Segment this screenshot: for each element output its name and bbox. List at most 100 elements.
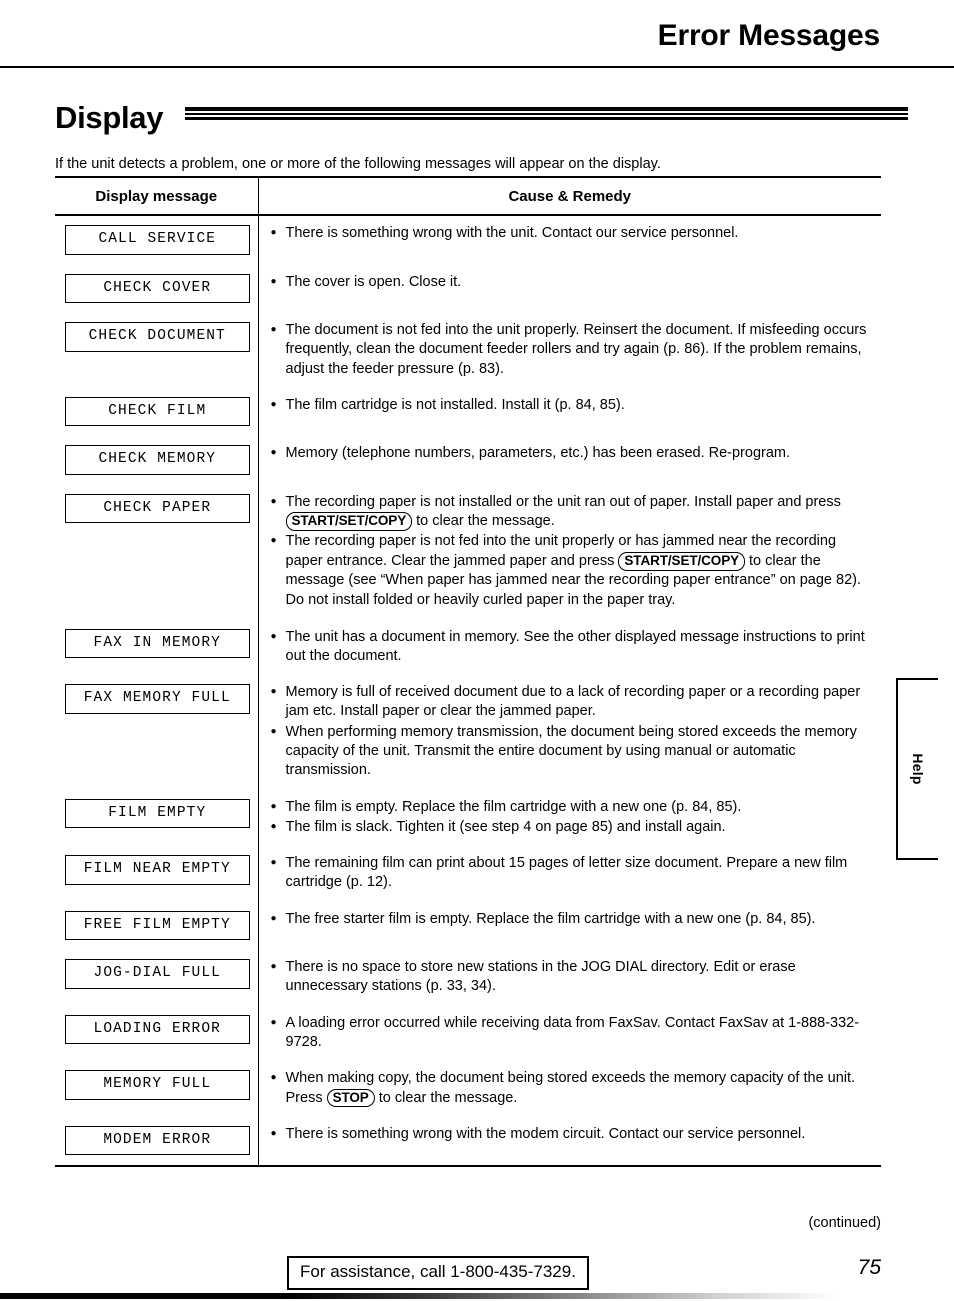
display-message-chip: CHECK MEMORY (65, 445, 250, 475)
cause-list: There is something wrong with the modem … (271, 1124, 872, 1144)
table-row: LOADING ERROR A loading error occurred wh… (55, 1005, 881, 1062)
cause-item: When performing memory transmission, the… (271, 722, 872, 781)
cause-item: Memory is full of received document due … (271, 682, 872, 722)
display-message-cell: CHECK FILM (55, 387, 259, 437)
table-row: MEMORY FULL When making copy, the documen… (55, 1061, 881, 1117)
cause-remedy-cell: Memory is full of received document due … (258, 675, 881, 789)
section-heading-rule (185, 107, 908, 122)
cause-list: The cover is open. Close it. (271, 271, 872, 292)
cause-remedy-cell: The film is empty. Replace the film cart… (258, 790, 881, 847)
cause-item: The film is slack. Tighten it (see step … (271, 817, 872, 837)
cause-remedy-cell: There is something wrong with the unit. … (258, 215, 881, 265)
cause-item: The unit has a document in memory. See t… (271, 627, 872, 667)
cause-remedy-cell: The remaining film can print about 15 pa… (258, 846, 881, 902)
table-row: CHECK MEMORY Memory (telephone numbers, p… (55, 436, 881, 485)
table-header-row: Display message Cause & Remedy (55, 176, 881, 216)
cause-list: A loading error occurred while receiving… (271, 1013, 872, 1053)
table-body: CALL SERVICE There is something wrong wit… (55, 215, 881, 1168)
cause-list: The film cartridge is not installed. Ins… (271, 395, 872, 415)
table-row: CHECK COVER The cover is open. Close it. (55, 264, 881, 314)
table-row: JOG-DIAL FULL There is no space to store … (55, 950, 881, 1006)
table-row: FAX IN MEMORY The unit has a document in … (55, 619, 881, 676)
table-row: CALL SERVICE There is something wrong wit… (55, 215, 881, 265)
cause-text: Memory is full of received document due … (285, 684, 861, 720)
display-message-cell: CHECK DOCUMENT (55, 313, 259, 388)
error-messages-table: Display message Cause & Remedy CALL SERV… (55, 176, 881, 1168)
column-header-cause-remedy: Cause & Remedy (258, 176, 881, 216)
display-message-cell: CHECK PAPER (55, 484, 259, 620)
display-message-cell: CHECK MEMORY (55, 436, 259, 485)
cause-text: The cover is open. Close it. (285, 273, 462, 290)
table-row: CHECK DOCUMENT The document is not fed in… (55, 313, 881, 388)
cause-list: Memory is full of received document due … (271, 682, 872, 781)
page-title: Error Messages (657, 19, 881, 52)
cause-item: There is no space to store new stations … (271, 957, 872, 997)
cause-list: There is something wrong with the unit. … (271, 223, 872, 243)
display-message-chip: LOADING ERROR (65, 1014, 250, 1045)
table-row: CHECK PAPER The recording paper is not in… (55, 484, 881, 620)
cause-remedy-cell: Memory (telephone numbers, parameters, e… (258, 436, 881, 485)
display-message-cell: CHECK COVER (55, 264, 259, 313)
cause-text: The film is empty. Replace the film cart… (285, 798, 742, 815)
cause-text: There is something wrong with the modem … (285, 1125, 806, 1142)
cause-item: Do not install folded or heavily curled … (271, 591, 872, 610)
cause-item: When making copy, the document being sto… (271, 1068, 872, 1108)
column-header-display-message: Display message (55, 176, 259, 216)
cause-text: The film is slack. Tighten it (see step … (285, 818, 726, 835)
cause-item: The recording paper is not fed into the … (271, 531, 872, 590)
display-message-cell: FREE FILM EMPTY (55, 901, 259, 951)
display-message-cell: MEMORY FULL (55, 1061, 259, 1117)
cause-text: Do not install folded or heavily curled … (285, 592, 676, 609)
cause-item: The film is empty. Replace the film cart… (271, 796, 872, 817)
cause-text: The unit has a document in memory. See t… (285, 628, 865, 664)
cause-item: A loading error occurred while receiving… (271, 1013, 872, 1053)
assistance-callout: For assistance, call 1-800-435-7329. (287, 1256, 589, 1290)
cause-text: to clear the message. (374, 1089, 518, 1106)
cause-remedy-cell: The document is not fed into the unit pr… (258, 313, 881, 388)
cause-remedy-cell: There is no space to store new stations … (258, 950, 881, 1006)
display-message-cell: FILM NEAR EMPTY (55, 846, 259, 902)
page-bottom-edge (0, 1293, 954, 1299)
display-message-cell: JOG-DIAL FULL (55, 950, 259, 1006)
cause-text: to clear the message. (412, 513, 555, 530)
display-message-chip: MEMORY FULL (65, 1070, 250, 1100)
display-message-chip: CHECK PAPER (65, 493, 250, 524)
cause-remedy-cell: The recording paper is not installed or … (258, 485, 881, 620)
display-message-chip: JOG-DIAL FULL (65, 959, 250, 989)
key-label-start-set-copy: START/SET/COPY (285, 512, 413, 532)
continued-note: (continued) (808, 1215, 881, 1231)
cause-list: The film is empty. Replace the film cart… (271, 796, 872, 838)
cause-list: The recording paper is not installed or … (271, 492, 872, 611)
table-row: FILM EMPTY The film is empty. Replace the… (55, 789, 881, 847)
cause-text: There is no space to store new stations … (285, 959, 796, 995)
cause-text: The remaining film can print about 15 pa… (285, 855, 848, 891)
table-row: CHECK FILM The film cartridge is not inst… (55, 387, 881, 437)
display-message-cell: LOADING ERROR (55, 1005, 259, 1062)
display-message-chip: CHECK COVER (65, 273, 250, 303)
cause-text: When performing memory transmission, the… (285, 723, 857, 779)
cause-list: The free starter film is empty. Replace … (271, 909, 872, 929)
display-message-chip: MODEM ERROR (65, 1125, 250, 1156)
cause-item: The recording paper is not installed or … (271, 492, 872, 532)
cause-list: When making copy, the document being sto… (271, 1068, 872, 1108)
key-label-start-set-copy: START/SET/COPY (618, 551, 745, 571)
cause-remedy-cell: The cover is open. Close it. (258, 265, 881, 314)
cause-list: The document is not fed into the unit pr… (271, 320, 872, 379)
cause-remedy-cell: The unit has a document in memory. See t… (258, 620, 881, 676)
cause-text: A loading error occurred while receiving… (285, 1014, 860, 1050)
help-side-tab[interactable]: Help (896, 678, 938, 860)
table-row: FILM NEAR EMPTY The remaining film can pr… (55, 846, 881, 902)
key-label-stop: STOP (326, 1088, 375, 1108)
cause-list: The remaining film can print about 15 pa… (271, 853, 872, 893)
cause-text: The document is not fed into the unit pr… (285, 322, 867, 377)
help-side-tab-label: Help (910, 753, 926, 785)
cause-item: The free starter film is empty. Replace … (271, 909, 872, 929)
display-message-cell: CALL SERVICE (55, 215, 259, 265)
cause-item: The document is not fed into the unit pr… (271, 320, 872, 379)
display-message-chip: FILM NEAR EMPTY (65, 855, 250, 885)
section-heading: Display (55, 94, 163, 134)
cause-item: Memory (telephone numbers, parameters, e… (271, 443, 872, 463)
display-message-chip: FAX MEMORY FULL (65, 684, 250, 714)
cause-item: The remaining film can print about 15 pa… (271, 853, 872, 893)
cause-list: Memory (telephone numbers, parameters, e… (271, 443, 872, 463)
